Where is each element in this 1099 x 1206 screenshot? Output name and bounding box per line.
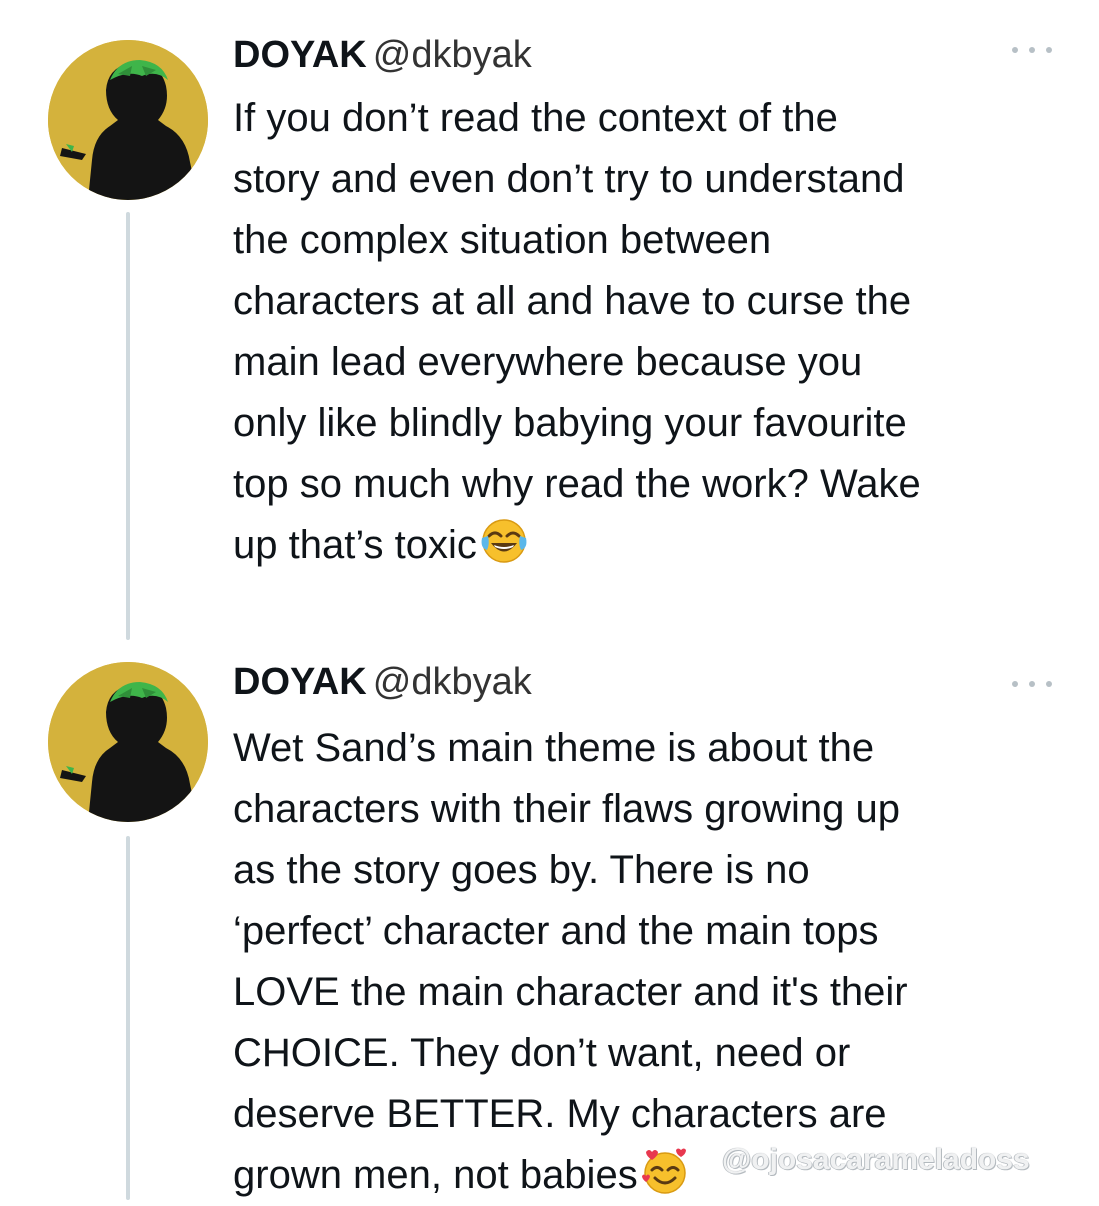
tweet-text-line: LOVE the main character and it's their bbox=[233, 970, 908, 1014]
author-handle[interactable]: @dkbyak bbox=[373, 34, 532, 76]
ellipsis-dot bbox=[1012, 681, 1018, 687]
tweet-header: DOYAK @dkbyak bbox=[233, 660, 532, 704]
tweet-text-line: deserve BETTER. My characters are bbox=[233, 1092, 887, 1136]
more-options-icon[interactable] bbox=[1012, 676, 1052, 692]
tweet-text: Wet Sand’s main theme is about the chara… bbox=[233, 718, 1073, 1206]
tweet-text: If you don’t read the context of the sto… bbox=[233, 88, 1073, 576]
tweet-text-line: main lead everywhere because you bbox=[233, 340, 863, 384]
tweet-text-line: top so much why read the work? Wake bbox=[233, 462, 921, 506]
thread-connector-line bbox=[126, 212, 130, 640]
tweet-text-line-content: grown men, not babies bbox=[233, 1153, 638, 1197]
author-handle[interactable]: @dkbyak bbox=[373, 661, 532, 703]
watermark-handle: @ojosacarameladoss bbox=[722, 1143, 1030, 1176]
ellipsis-dot bbox=[1046, 681, 1052, 687]
smiling-face-with-hearts-emoji-icon bbox=[640, 1146, 690, 1196]
avatar-silhouette-icon bbox=[48, 40, 208, 200]
tweet-text-line: If you don’t read the context of the bbox=[233, 96, 838, 140]
tweet-text-line: characters at all and have to curse the bbox=[233, 279, 912, 323]
tweet-text-line-content: up that’s toxic bbox=[233, 523, 477, 567]
tweet-text-line-last: up that’s toxic bbox=[233, 515, 1073, 576]
tweet[interactable]: DOYAK @dkbyak If you don’t read the conte… bbox=[0, 0, 1099, 640]
avatar-silhouette-icon bbox=[48, 662, 208, 822]
ellipsis-dot bbox=[1029, 681, 1035, 687]
author-display-name[interactable]: DOYAK bbox=[233, 34, 367, 76]
ellipsis-dot bbox=[1012, 47, 1018, 53]
avatar[interactable] bbox=[48, 662, 208, 822]
avatar[interactable] bbox=[48, 40, 208, 200]
tears-of-joy-emoji-icon bbox=[479, 516, 529, 566]
tweet-text-line: only like blindly babying your favourite bbox=[233, 401, 907, 445]
tweet-text-line: the complex situation between bbox=[233, 218, 772, 262]
tweet-text-line: as the story goes by. There is no bbox=[233, 848, 810, 892]
more-options-icon[interactable] bbox=[1012, 42, 1052, 58]
ellipsis-dot bbox=[1029, 47, 1035, 53]
tweet-text-line: CHOICE. They don’t want, need or bbox=[233, 1031, 851, 1075]
tweet-text-line: ‘perfect’ character and the main tops bbox=[233, 909, 879, 953]
tweet-thread: DOYAK @dkbyak If you don’t read the conte… bbox=[0, 0, 1099, 1200]
thread-connector-line bbox=[126, 836, 130, 1200]
tweet-text-line: characters with their flaws growing up bbox=[233, 787, 900, 831]
tweet-text-line: story and even don’t try to understand bbox=[233, 157, 905, 201]
ellipsis-dot bbox=[1046, 47, 1052, 53]
tweet[interactable]: DOYAK @dkbyak Wet Sand’s main theme is ab… bbox=[0, 640, 1099, 1200]
tweet-header: DOYAK @dkbyak bbox=[233, 33, 532, 77]
tweet-text-line: Wet Sand’s main theme is about the bbox=[233, 726, 875, 770]
author-display-name[interactable]: DOYAK bbox=[233, 661, 367, 703]
